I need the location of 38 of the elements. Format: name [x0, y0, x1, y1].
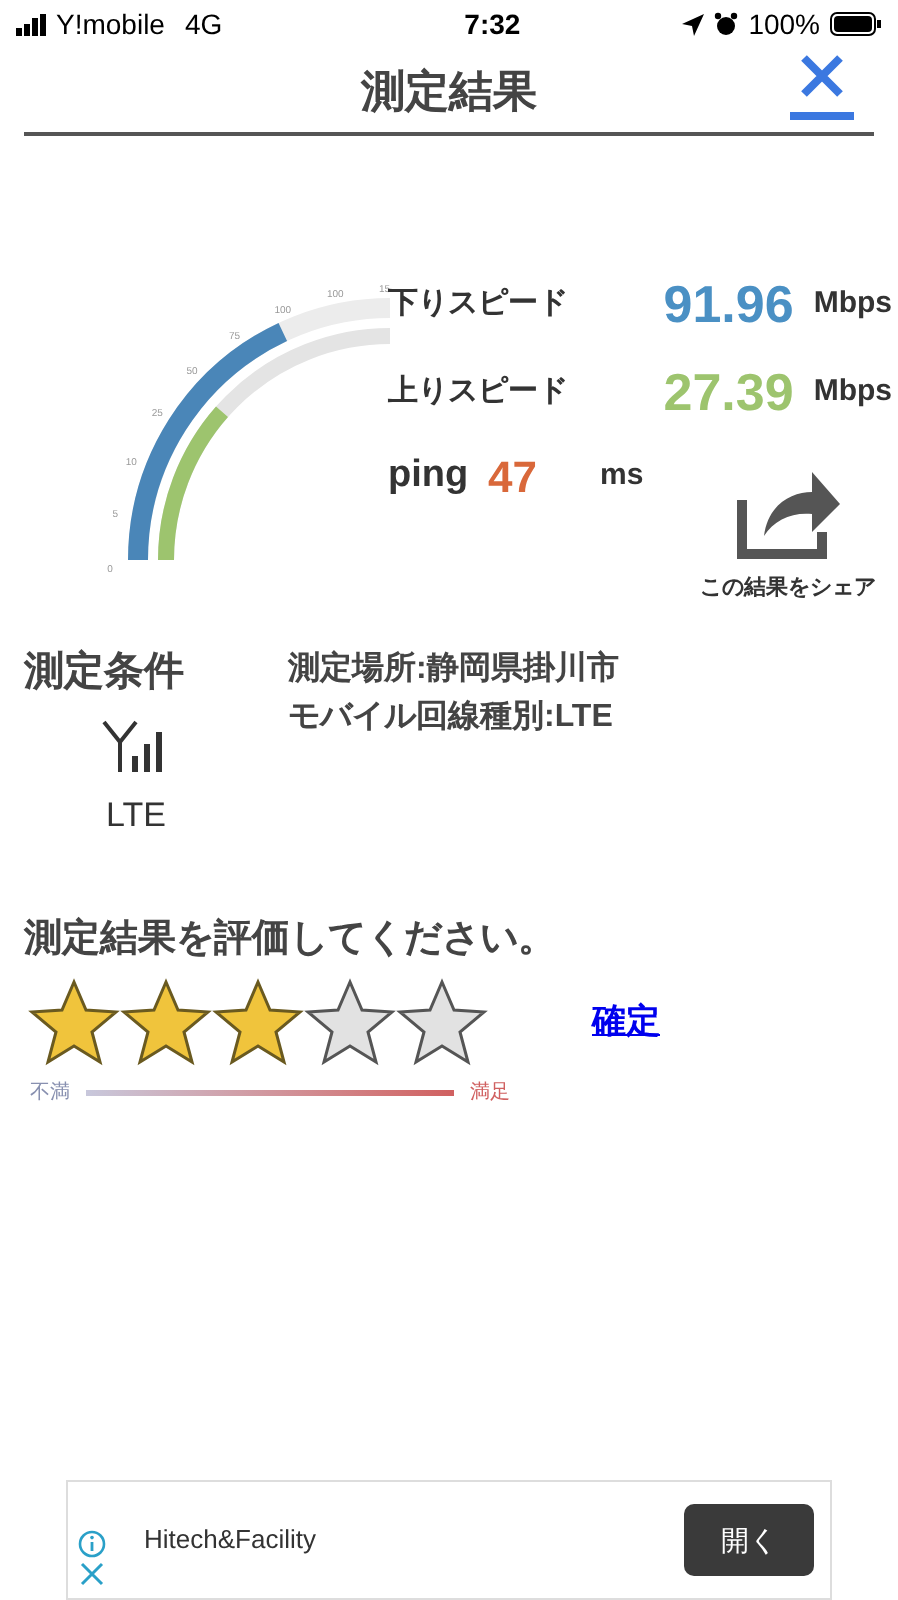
close-icon [798, 52, 846, 100]
result-label: 上りスピード [388, 371, 570, 412]
rating-prompt: 測定結果を評価してください。 [21, 915, 558, 964]
result-unit: ms [600, 455, 644, 496]
star-icon[interactable] [396, 977, 488, 1065]
carrier-name: Y!mobile [56, 5, 165, 43]
result-unit: Mbps [813, 371, 892, 412]
result-label: ping [388, 451, 471, 500]
advertiser-name: Hitech&Facility [144, 1522, 316, 1559]
page-title: 測定結果 [361, 63, 537, 119]
high-label: 満足 [470, 1079, 510, 1107]
open-button[interactable]: 開く [684, 1504, 814, 1576]
star-icon[interactable] [304, 977, 396, 1065]
low-label: 不満 [30, 1079, 70, 1107]
signal-icon [16, 13, 48, 35]
result-label: 下りスピード [388, 283, 570, 324]
close-icon[interactable] [80, 1562, 104, 1586]
section-title: 測定条件 [24, 647, 184, 697]
confirm-link[interactable]: 確定 [592, 995, 660, 1047]
info-icon[interactable] [78, 1530, 106, 1558]
network-type-label: LTE [106, 793, 166, 837]
result-value: 27.39 [661, 359, 794, 425]
star-icon[interactable] [28, 977, 120, 1065]
battery-percent: 100% [748, 5, 820, 43]
star-icon[interactable] [212, 977, 304, 1065]
result-value: 91.96 [661, 271, 794, 337]
alarm-clock-icon [714, 12, 739, 36]
clock-time: 7:32 [464, 5, 521, 43]
battery-icon [830, 12, 882, 36]
share-button[interactable]: この結果をシェア [700, 460, 876, 605]
condition-text: 測定場所:静岡県掛川市 [288, 648, 619, 689]
condition-text: モバイル回線種別:LTE [288, 697, 615, 737]
star-icon[interactable] [120, 977, 212, 1065]
result-unit: Mbps [813, 283, 892, 324]
location-arrow-icon [682, 13, 705, 35]
result-value: 47 [488, 449, 539, 505]
network-type: 4G [184, 5, 223, 43]
close-button[interactable] [790, 52, 854, 124]
